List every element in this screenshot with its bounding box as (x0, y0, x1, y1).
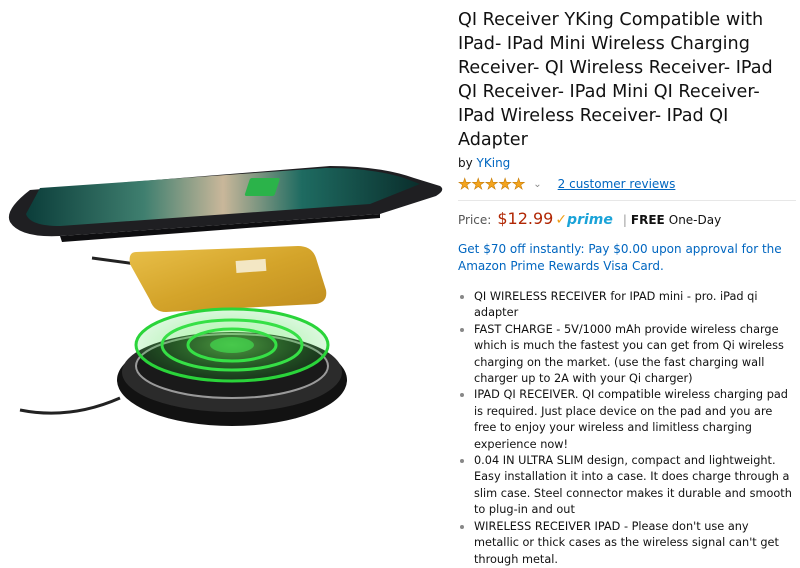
star-icon: ★ (458, 174, 472, 193)
phone (8, 166, 443, 242)
price-row: Price: $12.99 ✓ prime | FREE One-Day (458, 209, 796, 231)
star-rating[interactable]: ★ ★ ★ ★ ★ (458, 174, 526, 193)
price-value: $12.99 (497, 209, 554, 228)
charging-pad (19, 307, 347, 426)
by-label: by (458, 156, 473, 170)
star-icon: ★ (484, 174, 499, 193)
price-label: Price: (458, 213, 492, 227)
free-label: FREE (630, 213, 665, 227)
promo-link[interactable]: Get $70 off instantly: Pay $0.00 upon ap… (458, 241, 796, 275)
star-icon: ★ (511, 174, 526, 193)
product-image[interactable] (0, 0, 452, 477)
prime-badge[interactable]: prime (567, 212, 613, 228)
divider (458, 200, 796, 201)
feature-bullet: FAST CHARGE - 5V/1000 mAh provide wirele… (458, 322, 796, 388)
feature-bullet: 0.04 IN ULTRA SLIM design, compact and l… (458, 453, 796, 519)
product-illustration (8, 166, 443, 426)
chevron-down-icon[interactable]: ⌄ (533, 179, 541, 190)
separator: | (622, 213, 627, 227)
feature-bullet: QI WIRELESS RECEIVER for IPAD mini - pro… (458, 289, 796, 322)
star-icon: ★ (498, 174, 512, 193)
customer-reviews-link[interactable]: 2 customer reviews (558, 177, 676, 191)
feature-bullet: WIRELESS RECEIVER IPAD - Please don't us… (458, 519, 796, 568)
feature-bullet: IPAD QI RECEIVER. QI compatible wireless… (458, 387, 796, 453)
rating-row: ★ ★ ★ ★ ★ ⌄ 2 customer reviews (458, 174, 796, 194)
byline: by YKing (458, 156, 796, 170)
product-info: QI Receiver YKing Compatible with IPad- … (458, 8, 796, 568)
feature-bullets: QI WIRELESS RECEIVER for IPAD mini - pro… (458, 289, 796, 568)
brand-link[interactable]: YKing (477, 156, 511, 170)
star-icon: ★ (471, 174, 485, 193)
prime-check-icon: ✓ (555, 212, 568, 228)
product-title: QI Receiver YKing Compatible with IPad- … (458, 10, 773, 150)
shipping-speed: One-Day (668, 213, 722, 227)
receiver-card (91, 246, 327, 312)
